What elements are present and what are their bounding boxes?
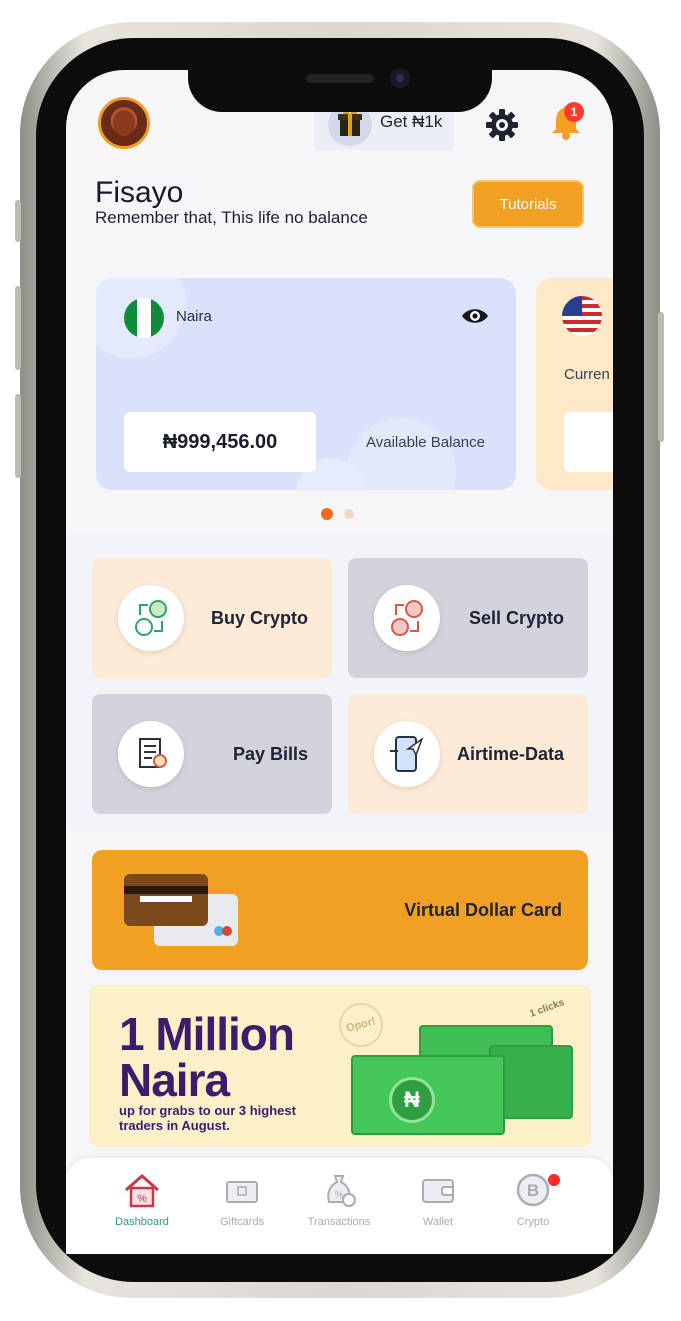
tab-dashboard-label: Dashboard: [115, 1216, 169, 1228]
currency-label: Curren: [564, 366, 610, 383]
crypto-notification-dot: [548, 1174, 560, 1186]
currency-label: Naira: [176, 308, 212, 325]
usa-flag-icon: [562, 296, 602, 336]
tab-wallet[interactable]: Wallet: [388, 1170, 488, 1228]
balance-amount: ₦999,456.00: [124, 412, 316, 472]
promo-headline-line2: Naira: [119, 1054, 230, 1106]
side-button-mute: [15, 200, 21, 242]
side-button-power: [658, 312, 664, 442]
tutorials-button[interactable]: Tutorials: [472, 180, 584, 228]
buy-crypto-label: Buy Crypto: [210, 607, 308, 628]
naira-coin-icon: ₦: [389, 1077, 435, 1123]
tab-giftcards[interactable]: Giftcards: [192, 1170, 292, 1228]
usd-balance-card[interactable]: Curren: [536, 278, 613, 490]
crypto-exchange-icon: [374, 585, 440, 651]
avatar[interactable]: [98, 97, 150, 149]
promo-subtext: up for grabs to our 3 highest traders in…: [119, 1103, 296, 1133]
get-bonus-label: Get ₦1k: [380, 112, 443, 131]
promo-headline-line1: 1 Million: [119, 1008, 295, 1060]
phone-send-icon: [374, 721, 440, 787]
svg-text:%: %: [137, 1193, 147, 1205]
side-button-volume-up: [15, 286, 21, 370]
promo-headline: 1 Million Naira: [119, 1008, 295, 1106]
bottom-navigation: % Dashboard Giftcards % Transactions Wal…: [66, 1158, 613, 1254]
phone-notch: [188, 62, 492, 112]
toggle-visibility-eye-icon[interactable]: [460, 306, 490, 326]
tab-transactions-label: Transactions: [307, 1216, 371, 1228]
tab-dashboard[interactable]: % Dashboard: [92, 1170, 192, 1228]
tab-crypto-label: Crypto: [516, 1216, 550, 1228]
crypto-exchange-icon: [118, 585, 184, 651]
virtual-dollar-card-label: Virtual Dollar Card: [404, 900, 562, 920]
notification-badge: 1: [564, 102, 584, 122]
pay-bills-button[interactable]: Pay Bills: [92, 694, 332, 814]
tab-crypto[interactable]: B Crypto: [483, 1170, 583, 1228]
svg-text:B: B: [527, 1181, 539, 1200]
buy-crypto-button[interactable]: Buy Crypto: [92, 558, 332, 678]
brand-logo-stamp: Opor!: [334, 998, 388, 1052]
home-icon: %: [125, 1174, 159, 1208]
virtual-dollar-card-button[interactable]: Virtual Dollar Card: [92, 850, 588, 970]
balance-amount: [564, 412, 613, 472]
available-balance-label: Available Balance: [366, 434, 485, 451]
balance-carousel[interactable]: Naira ₦999,456.00 Available Balance Curr…: [66, 262, 613, 530]
carousel-dot-active[interactable]: [321, 508, 333, 520]
user-motto: Remember that, This life no balance: [95, 208, 368, 227]
phone-camera: [390, 68, 410, 88]
sell-crypto-label: Sell Crypto: [468, 607, 564, 628]
airtime-data-button[interactable]: Airtime-Data: [348, 694, 588, 814]
user-name: Fisayo: [95, 176, 184, 209]
promo-tag: 1 clicks: [528, 997, 566, 1020]
bitcoin-icon: B: [516, 1173, 550, 1207]
side-button-volume-down: [15, 394, 21, 478]
phone-speaker: [306, 74, 374, 83]
giftcard-icon: [226, 1181, 258, 1203]
sell-crypto-button[interactable]: Sell Crypto: [348, 558, 588, 678]
avatar-face: [113, 110, 135, 136]
bill-icon: [118, 721, 184, 787]
tab-wallet-label: Wallet: [422, 1216, 454, 1228]
tab-giftcards-label: Giftcards: [219, 1216, 264, 1228]
nigeria-flag-icon: [124, 298, 164, 338]
tab-transactions[interactable]: % Transactions: [289, 1170, 389, 1228]
money-bag-icon: %: [327, 1175, 356, 1207]
carousel-dot[interactable]: [344, 509, 354, 519]
pay-bills-label: Pay Bills: [232, 743, 308, 764]
credit-card-icon: [124, 874, 208, 926]
wallet-icon: [422, 1179, 454, 1203]
naira-balance-card[interactable]: Naira ₦999,456.00 Available Balance: [96, 278, 516, 490]
promo-banner[interactable]: 1 Million Naira up for grabs to our 3 hi…: [89, 985, 591, 1147]
airtime-data-label: Airtime-Data: [456, 743, 564, 764]
settings-gear-icon[interactable]: [485, 108, 519, 142]
